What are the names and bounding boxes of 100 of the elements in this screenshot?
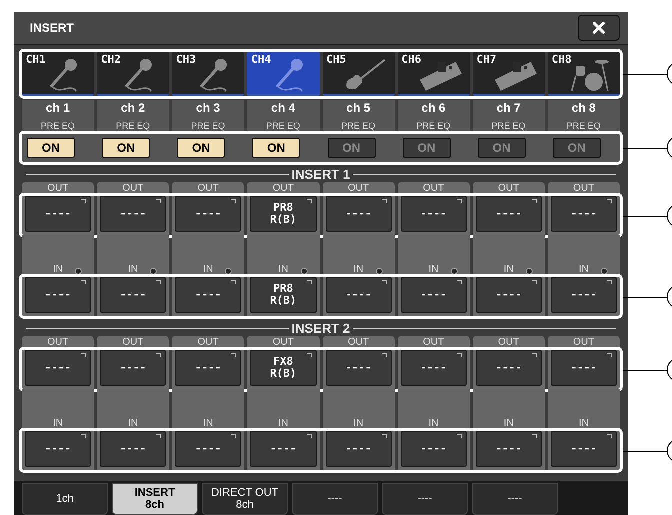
out-label: OUT xyxy=(573,338,594,348)
corner-mark-icon xyxy=(156,353,162,357)
in-label: IN xyxy=(578,265,589,275)
out-label: OUT xyxy=(423,184,444,194)
port-select-button[interactable]: ---- xyxy=(476,431,542,467)
port-select-button[interactable]: ---- xyxy=(25,196,92,232)
page-tab[interactable]: INSERT 8ch xyxy=(112,483,198,515)
channel-name: ch 6 xyxy=(422,100,446,116)
out-label: OUT xyxy=(272,184,294,194)
out-label: OUT xyxy=(573,184,594,194)
corner-mark-icon xyxy=(81,434,86,438)
port-select-button[interactable]: ---- xyxy=(100,196,166,232)
corner-mark-icon xyxy=(456,280,462,284)
in-label: IN xyxy=(504,419,514,429)
close-button[interactable] xyxy=(578,15,620,41)
in-label: IN xyxy=(53,265,64,275)
port-select-button[interactable]: ---- xyxy=(25,350,92,386)
section-title: INSERT 1 xyxy=(292,168,350,180)
corner-mark-icon xyxy=(156,280,162,284)
port-select-button[interactable]: PR8 R(B) xyxy=(250,196,316,232)
port-select-button[interactable]: ---- xyxy=(100,350,166,386)
port-select-button[interactable]: ---- xyxy=(550,277,617,313)
port-select-button[interactable]: ---- xyxy=(100,431,166,467)
in-label: IN xyxy=(428,265,439,275)
out-label: OUT xyxy=(198,184,219,194)
in-label: IN xyxy=(53,419,64,429)
corner-mark-icon xyxy=(306,280,312,284)
in-label: IN xyxy=(578,419,589,429)
in-label: IN xyxy=(128,265,138,275)
out-label: OUT xyxy=(498,184,520,194)
channel-icon-button[interactable]: CH4 xyxy=(247,52,320,96)
port-select-button[interactable]: ---- xyxy=(550,196,617,232)
port-select-button[interactable]: ---- xyxy=(100,277,166,313)
channel-icon-button[interactable]: CH8 xyxy=(548,52,620,96)
page-tab[interactable]: 1ch xyxy=(22,483,108,515)
port-select-button[interactable]: ---- xyxy=(25,277,92,313)
channel-icon-button[interactable]: CH6 xyxy=(398,52,470,96)
channel-icon-button[interactable]: CH7 xyxy=(472,52,545,96)
channel-name: ch 8 xyxy=(572,100,596,116)
port-select-button[interactable]: ---- xyxy=(400,350,467,386)
out-label: OUT xyxy=(198,338,219,348)
out-label: OUT xyxy=(272,338,294,348)
port-select-button[interactable]: ---- xyxy=(175,350,242,386)
pre-eq-toggle[interactable]: ON xyxy=(27,138,75,158)
corner-mark-icon xyxy=(231,199,236,203)
port-select-button[interactable]: ---- xyxy=(476,277,542,313)
pre-eq-toggle[interactable]: ON xyxy=(252,138,300,158)
pre-eq-toggle[interactable]: ON xyxy=(177,138,226,158)
port-select-button[interactable]: ---- xyxy=(250,431,316,467)
channel-icon-button[interactable]: CH2 xyxy=(97,52,170,96)
port-select-button[interactable]: ---- xyxy=(326,196,392,232)
page-tab[interactable]: DIRECT OUT 8ch xyxy=(202,483,288,515)
corner-mark-icon xyxy=(382,353,387,357)
corner-mark-icon xyxy=(607,434,612,438)
corner-mark-icon xyxy=(156,434,162,438)
channel-name: ch 4 xyxy=(271,100,296,116)
port-select-button[interactable]: ---- xyxy=(550,350,617,386)
out-label: OUT xyxy=(122,338,144,348)
channel-icon-button[interactable]: CH1 xyxy=(22,52,94,96)
port-select-button[interactable]: ---- xyxy=(326,277,392,313)
port-select-button[interactable]: ---- xyxy=(400,196,467,232)
channel-name: ch 7 xyxy=(496,100,521,116)
pre-eq-label: PRE EQ xyxy=(266,122,300,131)
port-select-button[interactable]: ---- xyxy=(175,431,242,467)
corner-mark-icon xyxy=(382,280,387,284)
port-select-button[interactable]: ---- xyxy=(400,277,467,313)
port-select-button[interactable]: ---- xyxy=(476,196,542,232)
port-select-button[interactable]: PR8 R(B) xyxy=(250,277,316,313)
corner-mark-icon xyxy=(231,353,236,357)
out-label: OUT xyxy=(48,338,69,348)
page-tab[interactable]: ---- xyxy=(472,483,558,515)
in-label: IN xyxy=(203,419,214,429)
port-select-button[interactable]: ---- xyxy=(476,350,542,386)
corner-mark-icon xyxy=(306,199,312,203)
window-title: INSERT xyxy=(30,20,74,37)
corner-mark-icon xyxy=(306,434,312,438)
channel-icon-button[interactable]: CH3 xyxy=(172,52,244,96)
channel-icon-button[interactable]: CH5 xyxy=(322,52,395,96)
corner-mark-icon xyxy=(607,280,612,284)
corner-mark-icon xyxy=(382,199,387,203)
pre-eq-toggle[interactable]: ON xyxy=(102,138,150,158)
port-select-button[interactable]: ---- xyxy=(400,431,467,467)
port-select-button[interactable]: ---- xyxy=(326,350,392,386)
port-select-button[interactable]: ---- xyxy=(550,431,617,467)
corner-mark-icon xyxy=(81,199,86,203)
in-label: IN xyxy=(354,265,364,275)
port-select-button[interactable]: ---- xyxy=(25,431,92,467)
in-label: IN xyxy=(428,419,439,429)
pre-eq-label: PRE EQ xyxy=(416,122,451,131)
port-select-button[interactable]: ---- xyxy=(175,196,242,232)
section-title: INSERT 2 xyxy=(292,322,350,334)
port-select-button[interactable]: ---- xyxy=(326,431,392,467)
port-select-button[interactable]: ---- xyxy=(175,277,242,313)
corner-mark-icon xyxy=(456,434,462,438)
in-label: IN xyxy=(278,419,288,429)
page-tab[interactable]: ---- xyxy=(292,483,378,515)
page-tab[interactable]: ---- xyxy=(382,483,468,515)
pre-eq-label: PRE EQ xyxy=(116,122,150,131)
corner-mark-icon xyxy=(607,353,612,357)
port-select-button[interactable]: FX8 R(B) xyxy=(250,350,316,386)
